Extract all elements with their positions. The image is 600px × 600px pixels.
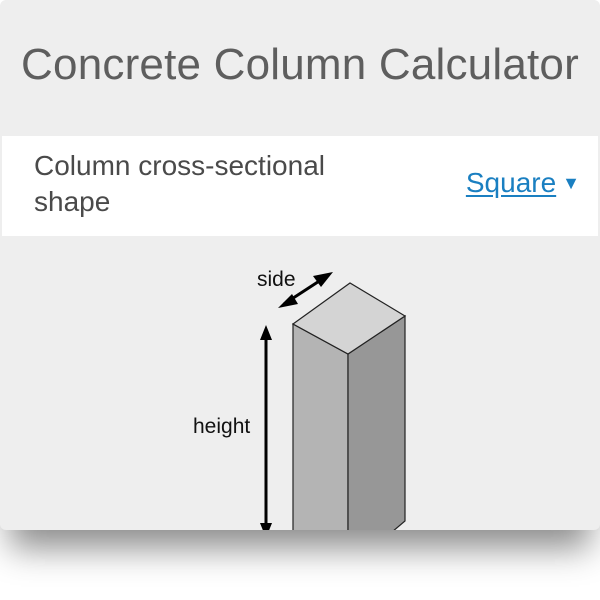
height-label: height: [193, 415, 251, 438]
shape-select-value[interactable]: Square: [466, 167, 556, 198]
page-title: Concrete Column Calculator: [21, 40, 579, 89]
shape-select[interactable]: Square ▼: [466, 165, 580, 201]
shape-field-row: Column cross-sectional shape Square ▼: [2, 136, 598, 236]
chevron-down-icon[interactable]: ▼: [562, 165, 580, 201]
column-front-face: [292, 322, 349, 530]
side-label: side: [257, 268, 296, 291]
page: Concrete Column Calculator Column cross-…: [0, 0, 600, 600]
height-dimension-arrow: [260, 325, 272, 530]
shape-field-label: Column cross-sectional shape: [34, 150, 325, 217]
column-illustration: [260, 272, 407, 530]
calculator-card: Concrete Column Calculator Column cross-…: [0, 0, 600, 530]
column-diagram: side height: [0, 236, 600, 530]
